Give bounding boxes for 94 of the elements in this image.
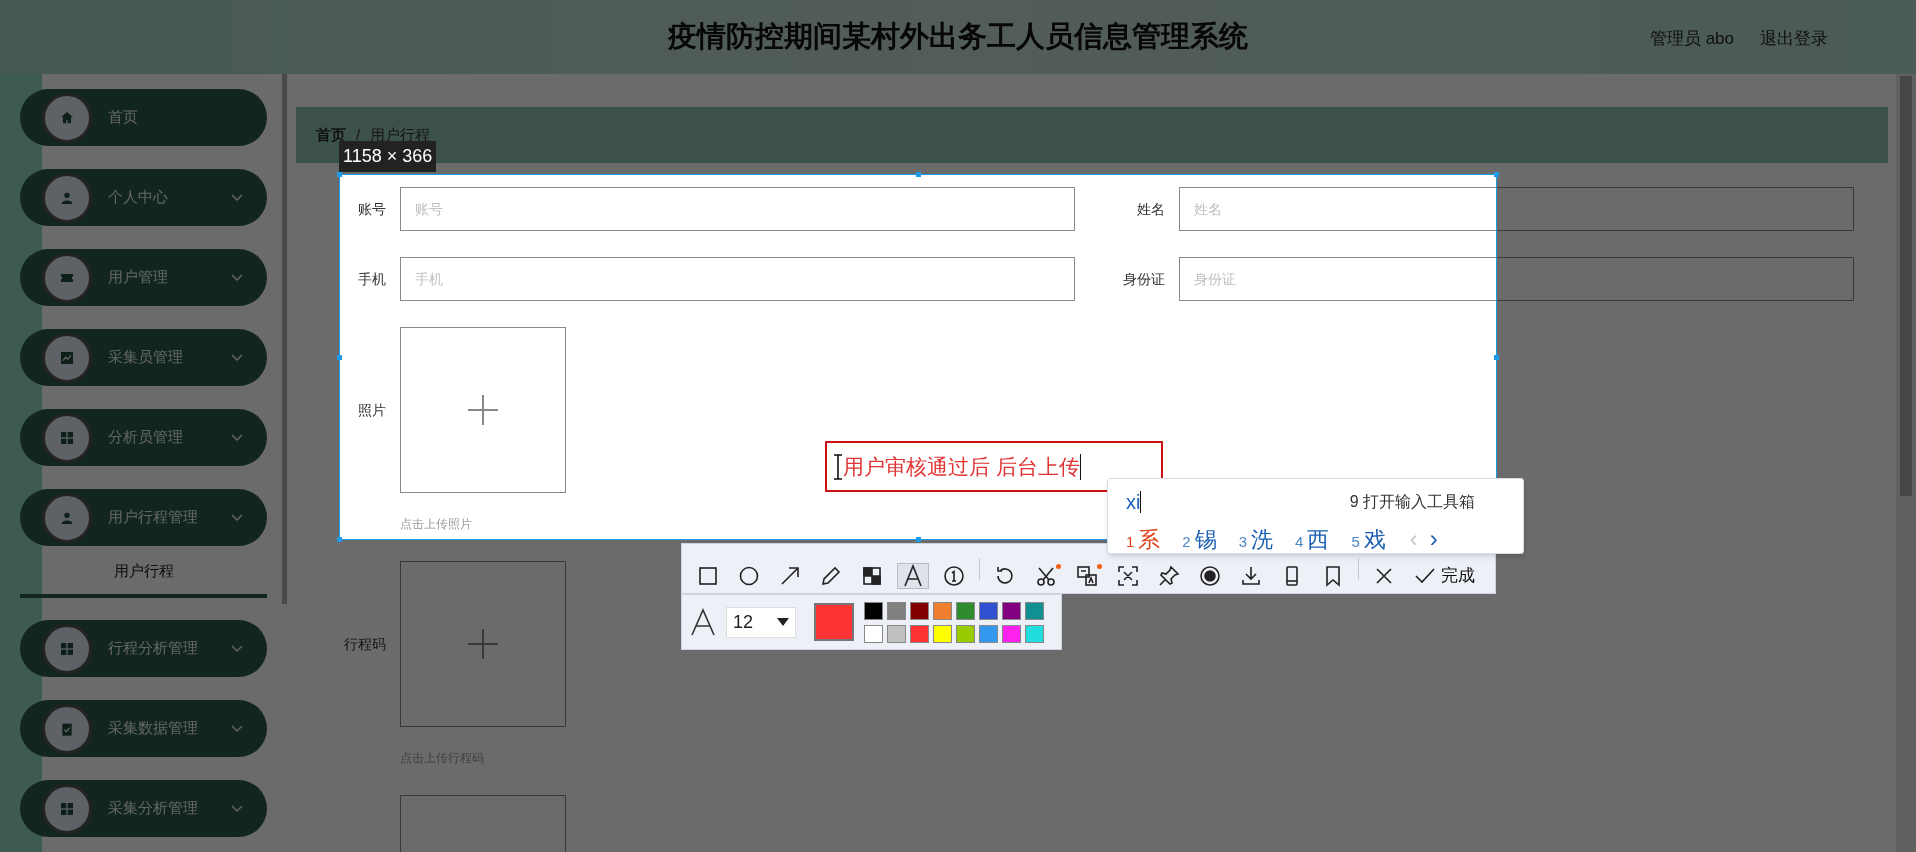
ime-candidate[interactable]: 5 戏 [1351, 522, 1386, 556]
color-swatch[interactable] [1025, 601, 1044, 620]
caret [1079, 453, 1081, 480]
previous-page-button[interactable]: ‹ [1409, 521, 1418, 557]
sidebar-item[interactable]: 采集分析管理 [20, 780, 267, 837]
color-swatch[interactable] [933, 624, 952, 643]
text-input[interactable]: 身份证 [1179, 257, 1854, 301]
field-label: 账号 [357, 199, 386, 219]
chevron-down-icon [231, 724, 243, 733]
page-title: 疫情防控期间某村外出务工人员信息管理系统 [668, 19, 1248, 55]
resize-handle[interactable] [1494, 172, 1499, 177]
sidebar-item[interactable]: 采集员管理 [20, 329, 267, 386]
home-icon [59, 109, 75, 126]
tool-button[interactable] [897, 562, 929, 589]
color-swatch[interactable] [1002, 601, 1021, 620]
sidebar-item[interactable]: 采集数据管理 [20, 700, 267, 757]
upload-hint: 点击上传照片 [400, 516, 473, 533]
font-size-select[interactable]: 12 [726, 606, 796, 638]
caret-icon [777, 618, 789, 626]
ime-candidate[interactable]: 1 系 [1126, 522, 1161, 556]
ime-input-text: xi [1126, 490, 1141, 515]
chevron-down-icon [231, 353, 243, 362]
ime-toolbox-link[interactable]: 9 打开输入工具箱 [1349, 490, 1475, 514]
sidebar-subitem[interactable]: 用户行程 [20, 548, 267, 598]
color-swatch[interactable] [864, 624, 883, 643]
record-icon [1198, 563, 1222, 588]
current-color-swatch[interactable] [814, 603, 854, 641]
resize-handle[interactable] [337, 537, 342, 542]
color-swatch[interactable] [1002, 624, 1021, 643]
text-input[interactable]: 姓名 [1179, 187, 1854, 231]
ime-candidate[interactable]: 3 洗 [1238, 522, 1274, 556]
letter-a-icon [901, 563, 925, 588]
annotation-text: 用户审核通过后 后台上传 [843, 453, 1080, 480]
color-swatch[interactable] [864, 601, 883, 620]
sidebar-item[interactable]: 用户管理 [20, 249, 267, 306]
chevron-down-icon [231, 273, 243, 282]
sidebar-item[interactable]: 分析员管理 [20, 409, 267, 466]
chart-icon [59, 349, 75, 366]
upload-box[interactable] [400, 561, 566, 727]
field-label: 身份证 [1122, 269, 1165, 289]
chevron-down-icon [231, 804, 243, 813]
sidebar-item[interactable]: 用户行程管理 [20, 489, 267, 546]
ime-candidate[interactable]: 2 锡 [1182, 522, 1217, 556]
ime-candidate[interactable]: 4 西 [1295, 522, 1330, 556]
text-input[interactable]: 账号 [400, 187, 1075, 231]
font-icon [690, 608, 716, 636]
text-cursor-icon [833, 453, 843, 480]
color-swatch[interactable] [1025, 624, 1044, 643]
scrollbar-thumb[interactable] [1900, 76, 1912, 496]
color-swatch[interactable] [887, 624, 906, 643]
grid-icon [59, 640, 75, 657]
field-label: 行程码 [344, 634, 386, 654]
logout-link[interactable]: 退出登录 [1760, 26, 1828, 52]
circled-one-icon [942, 563, 966, 588]
upload-box[interactable] [400, 327, 566, 493]
chevron-down-icon [231, 433, 243, 442]
pin-icon [1157, 563, 1181, 588]
resize-handle[interactable] [916, 537, 921, 542]
color-swatch[interactable] [910, 601, 929, 620]
color-swatch[interactable] [887, 601, 906, 620]
sidebar-item[interactable]: 个人中心 [20, 169, 267, 226]
translate-icon [1075, 563, 1099, 588]
field-label: 手机 [357, 269, 386, 289]
chevron-down-icon [231, 644, 243, 653]
field-label: 照片 [358, 400, 386, 420]
chevron-down-icon [231, 513, 243, 522]
resize-handle[interactable] [337, 355, 342, 360]
resize-handle[interactable] [1494, 355, 1499, 360]
plus-icon [468, 629, 498, 659]
color-swatch[interactable] [979, 624, 998, 643]
plus-icon [468, 395, 498, 425]
text-input[interactable]: 手机 [400, 257, 1075, 301]
sidebar-item[interactable]: 首页 [20, 89, 267, 146]
scan-frame-icon [1116, 563, 1140, 588]
grid-icon [59, 800, 75, 817]
sidebar-item[interactable]: 行程分析管理 [20, 620, 267, 677]
chevron-down-icon [231, 193, 243, 202]
resize-handle[interactable] [916, 172, 921, 177]
color-swatch[interactable] [956, 601, 975, 620]
sidebar-scrollbar[interactable] [282, 74, 287, 604]
color-swatch[interactable] [933, 601, 952, 620]
resize-handle[interactable] [337, 172, 342, 177]
text-annotation-box[interactable]: 用户审核通过后 后台上传 [825, 441, 1163, 492]
admin-user-label: 管理员 abo [1649, 28, 1734, 50]
color-swatch[interactable] [979, 601, 998, 620]
selection-size-label: 1158 × 366 [339, 141, 437, 172]
caret [1140, 491, 1142, 513]
next-page-button[interactable]: › [1429, 521, 1438, 557]
color-swatch[interactable] [910, 624, 929, 643]
page-scrollbar[interactable] [1896, 74, 1916, 852]
color-swatch[interactable] [956, 624, 975, 643]
grid-icon [59, 429, 75, 446]
field-label: 姓名 [1136, 199, 1165, 219]
tool-button[interactable]: 完成 [1409, 562, 1479, 589]
